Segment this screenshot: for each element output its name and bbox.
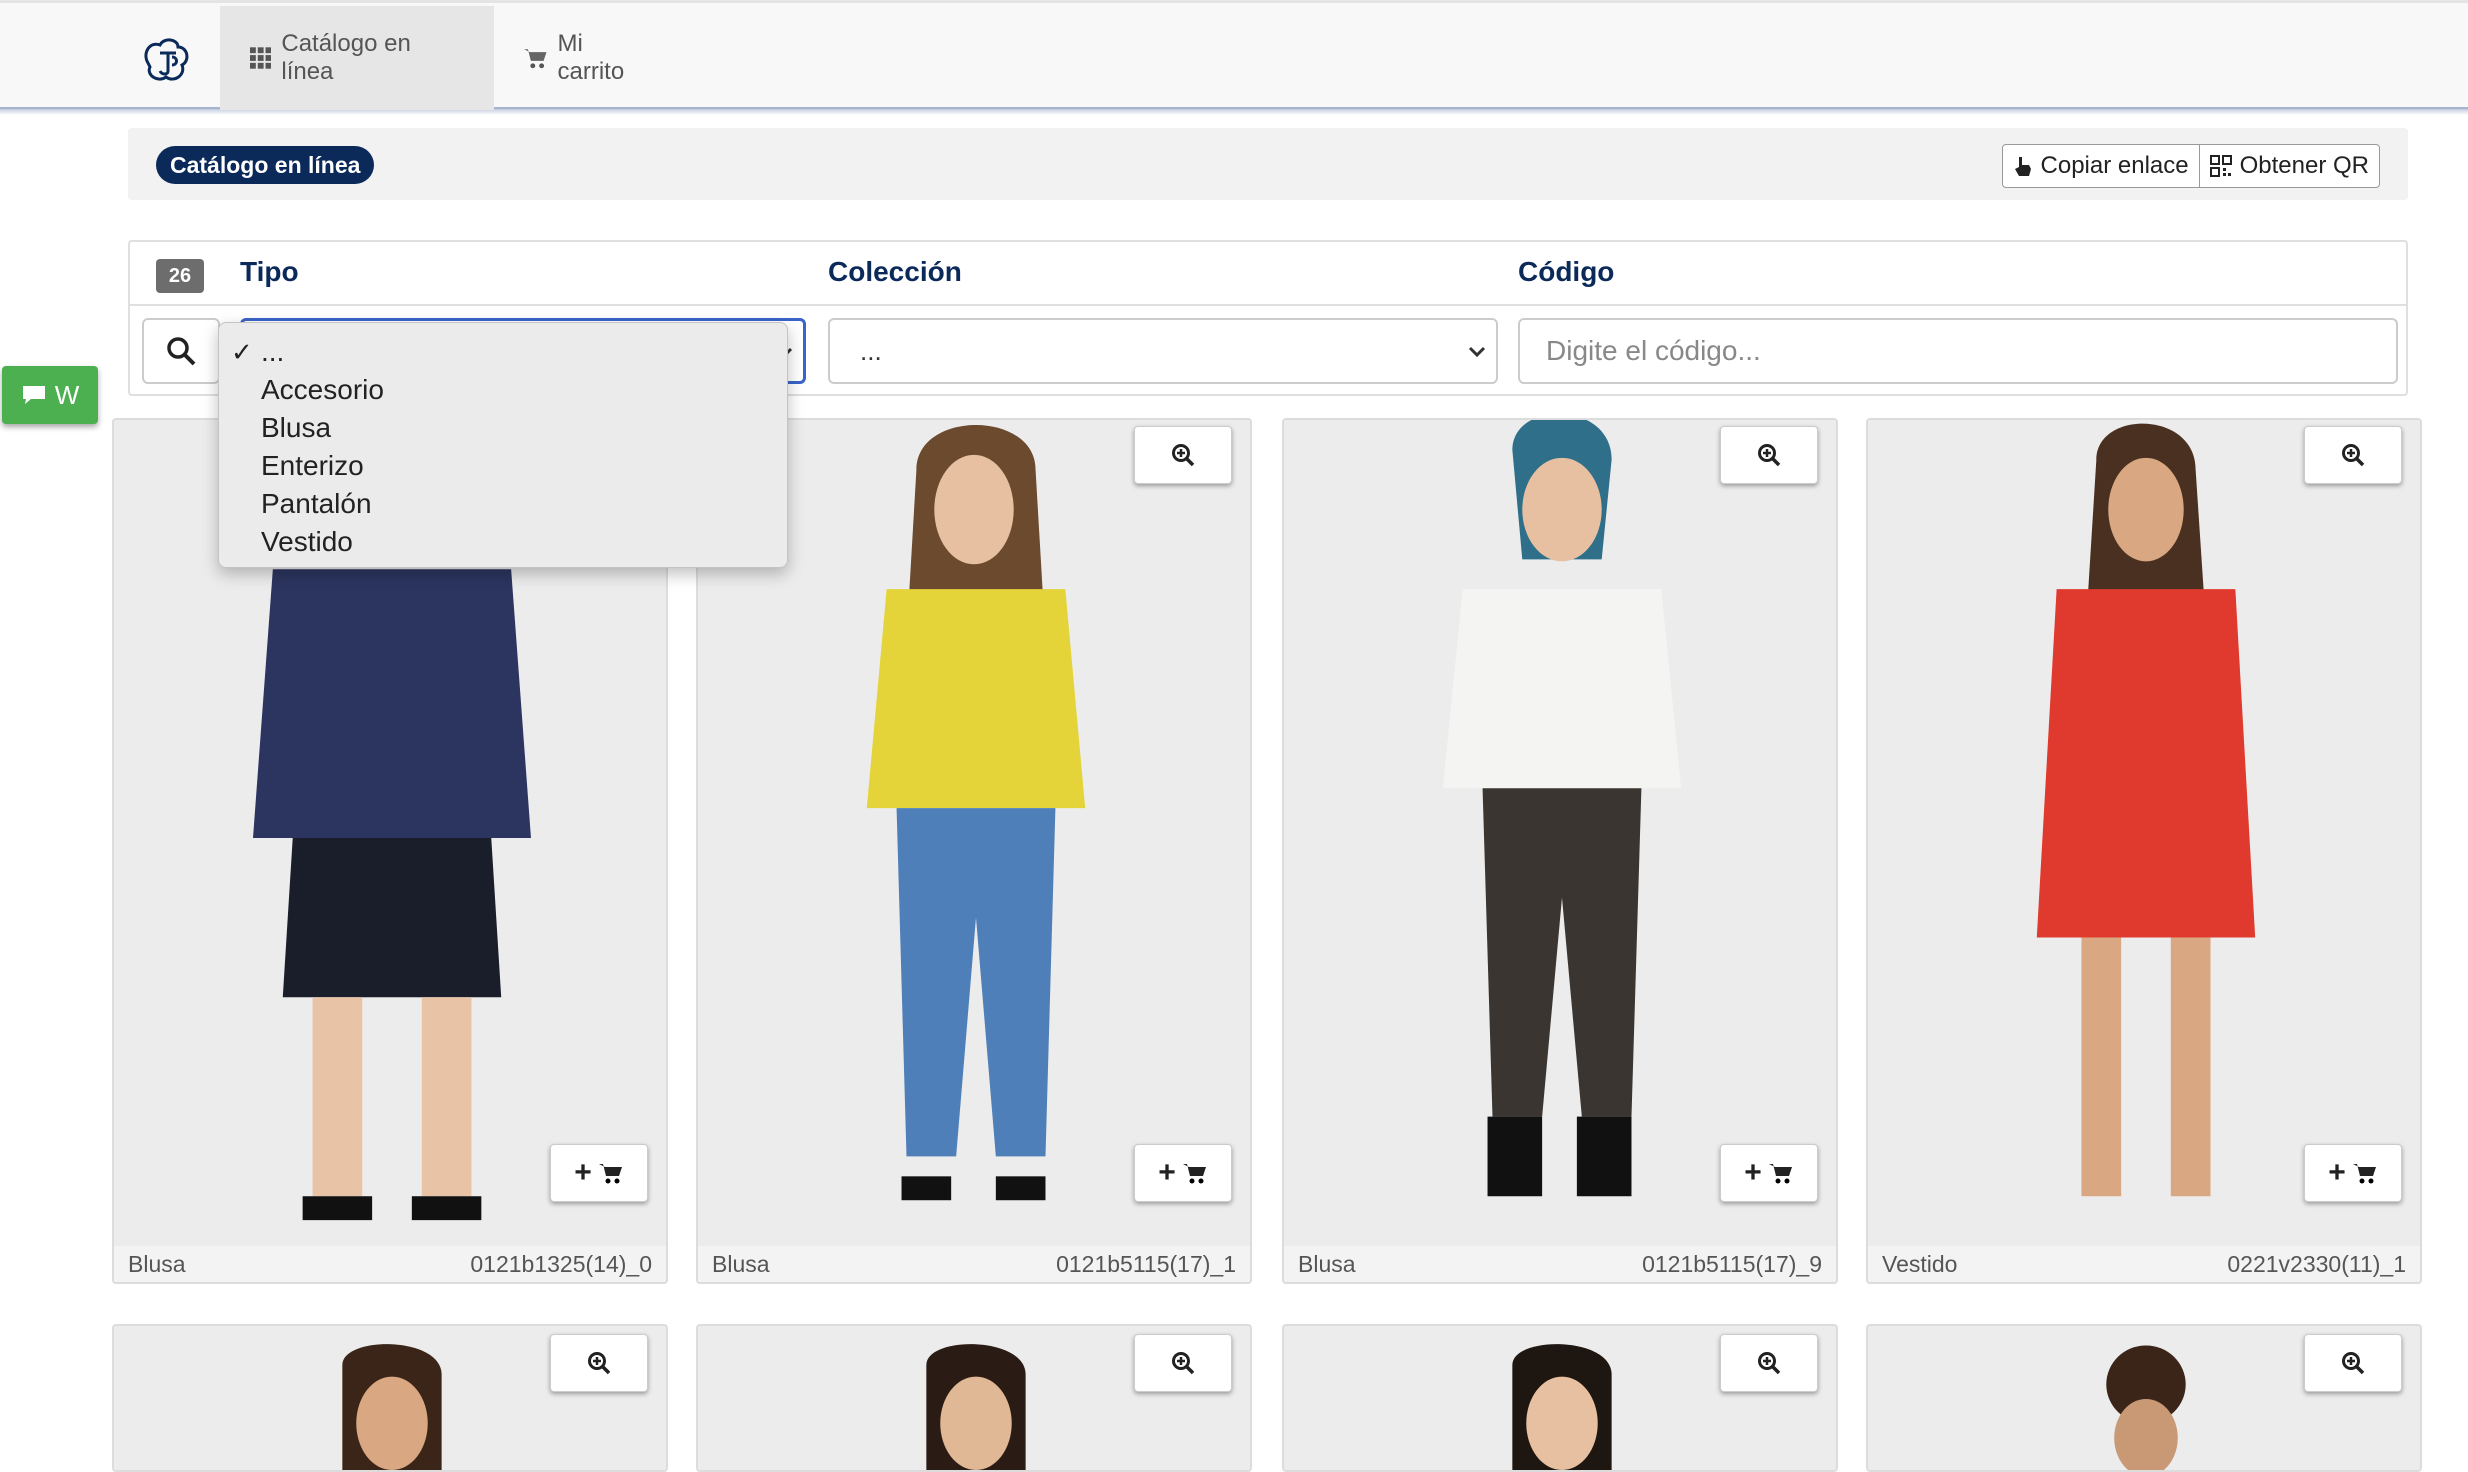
- product-type: Blusa: [1298, 1250, 1356, 1277]
- checkmark-icon: ✓: [231, 337, 253, 367]
- model-photo: [2036, 423, 2256, 1197]
- tab-catalogo-label: Catálogo en línea: [281, 30, 411, 85]
- tab-carrito[interactable]: Mi carrito: [494, 6, 684, 110]
- search-button[interactable]: [142, 318, 220, 384]
- zoom-button[interactable]: [1134, 1334, 1232, 1392]
- dropdown-option-label: Pantalón: [261, 488, 372, 519]
- zoom-in-icon: [588, 1352, 611, 1375]
- product-card[interactable]: + Vestido 0221v2330(11)_1: [1866, 418, 2422, 1284]
- zoom-button[interactable]: [2304, 1334, 2402, 1392]
- product-card[interactable]: [1866, 1324, 2422, 1472]
- copy-link-button[interactable]: Copiar enlace: [2003, 145, 2199, 187]
- product-type: Blusa: [712, 1250, 770, 1277]
- add-to-cart-button[interactable]: +: [1134, 1144, 1232, 1202]
- whatsapp-label: W: [54, 379, 80, 410]
- cart-icon: [524, 49, 547, 69]
- filter-label-row: 26 Tipo Colección Código: [130, 242, 2406, 306]
- codigo-placeholder: Digite el código...: [1546, 335, 1761, 366]
- zoom-button[interactable]: [1720, 1334, 1818, 1392]
- tab-carrito-label: Mi carrito: [557, 30, 625, 85]
- dropdown-option-label: ...: [261, 336, 285, 367]
- zoom-in-icon: [2342, 444, 2365, 467]
- zoom-button[interactable]: [2304, 426, 2402, 484]
- dropdown-option-blusa[interactable]: Blusa: [219, 409, 787, 447]
- tipo-dropdown-menu: ✓ ... Accesorio Blusa Enterizo Pantalón …: [218, 322, 788, 568]
- share-button-group: Copiar enlace Obtener QR: [2001, 144, 2380, 188]
- product-footer: Vestido 0221v2330(11)_1: [1868, 1246, 2420, 1282]
- product-type: Vestido: [1882, 1250, 1958, 1277]
- dropdown-option-label: Enterizo: [261, 450, 364, 481]
- model-photo: [1442, 420, 1682, 1197]
- search-icon: [167, 337, 196, 366]
- product-card[interactable]: [1282, 1324, 1838, 1472]
- product-footer: Blusa 0121b1325(14)_0: [114, 1246, 666, 1282]
- result-count-badge: 26: [156, 259, 204, 293]
- product-code: 0221v2330(11)_1: [2227, 1250, 2406, 1277]
- cart-icon: [598, 1164, 622, 1184]
- codigo-input[interactable]: Digite el código...: [1518, 318, 2398, 384]
- get-qr-label: Obtener QR: [2239, 152, 2369, 179]
- dropdown-option-enterizo[interactable]: Enterizo: [219, 447, 787, 485]
- zoom-button[interactable]: [1134, 426, 1232, 484]
- zoom-in-icon: [2342, 1352, 2365, 1375]
- coleccion-select[interactable]: ...: [828, 318, 1498, 384]
- page-header: Catálogo en línea Copiar enlace Obtener …: [128, 128, 2408, 200]
- product-card[interactable]: [112, 1324, 668, 1472]
- product-code: 0121b1325(14)_0: [470, 1250, 652, 1277]
- whatsapp-chat-button[interactable]: W: [2, 366, 98, 424]
- zoom-in-icon: [1172, 444, 1195, 467]
- dropdown-option-label: Accesorio: [261, 374, 384, 405]
- zoom-button[interactable]: [1720, 426, 1818, 484]
- add-to-cart-button[interactable]: +: [1720, 1144, 1818, 1202]
- page-title-badge: Catálogo en línea: [156, 146, 375, 184]
- get-qr-button[interactable]: Obtener QR: [2198, 145, 2379, 187]
- zoom-button[interactable]: [550, 1334, 648, 1392]
- add-to-cart-button[interactable]: +: [550, 1144, 648, 1202]
- plus-icon: +: [1158, 1156, 1176, 1189]
- grid-icon: [250, 47, 272, 69]
- chat-icon: [22, 386, 45, 404]
- coleccion-select-value: ...: [860, 335, 882, 366]
- cart-icon: [2352, 1164, 2376, 1184]
- product-code: 0121b5115(17)_9: [1642, 1250, 1822, 1277]
- product-image[interactable]: [1284, 420, 1836, 1246]
- top-navbar: Catálogo en línea Mi carrito: [0, 0, 2468, 115]
- cart-icon: [1182, 1164, 1206, 1184]
- plus-icon: +: [574, 1156, 592, 1189]
- dropdown-option-label: Vestido: [261, 526, 353, 557]
- dropdown-option-label: Blusa: [261, 412, 332, 443]
- product-card[interactable]: + Blusa 0121b5115(17)_9: [1282, 418, 1838, 1284]
- chevron-down-icon: [1468, 346, 1486, 358]
- qr-code-icon: [2209, 155, 2232, 177]
- product-code: 0121b5115(17)_1: [1056, 1250, 1236, 1277]
- product-footer: Blusa 0121b5115(17)_9: [1284, 1246, 1836, 1282]
- product-footer: Blusa 0121b5115(17)_1: [698, 1246, 1250, 1282]
- product-type: Blusa: [128, 1250, 186, 1277]
- dropdown-option-pantalon[interactable]: Pantalón: [219, 485, 787, 523]
- plus-icon: +: [1744, 1156, 1762, 1189]
- dropdown-option-accesorio[interactable]: Accesorio: [219, 371, 787, 409]
- add-to-cart-button[interactable]: +: [2304, 1144, 2402, 1202]
- product-image[interactable]: [1868, 420, 2420, 1246]
- dropdown-option-empty[interactable]: ✓ ...: [219, 333, 787, 371]
- zoom-in-icon: [1172, 1352, 1195, 1375]
- tab-catalogo[interactable]: Catálogo en línea: [220, 6, 494, 110]
- hand-pointer-icon: [2014, 157, 2031, 176]
- logo-icon[interactable]: [138, 33, 194, 89]
- product-card[interactable]: [696, 1324, 1252, 1472]
- zoom-in-icon: [1758, 1352, 1781, 1375]
- copy-link-label: Copiar enlace: [2040, 152, 2189, 179]
- cart-icon: [1768, 1164, 1792, 1184]
- zoom-in-icon: [1758, 444, 1781, 467]
- coleccion-label: Colección: [828, 256, 962, 287]
- codigo-label: Código: [1518, 256, 1615, 287]
- dropdown-option-vestido[interactable]: Vestido: [219, 523, 787, 561]
- plus-icon: +: [2328, 1156, 2346, 1189]
- tipo-label: Tipo: [240, 256, 299, 287]
